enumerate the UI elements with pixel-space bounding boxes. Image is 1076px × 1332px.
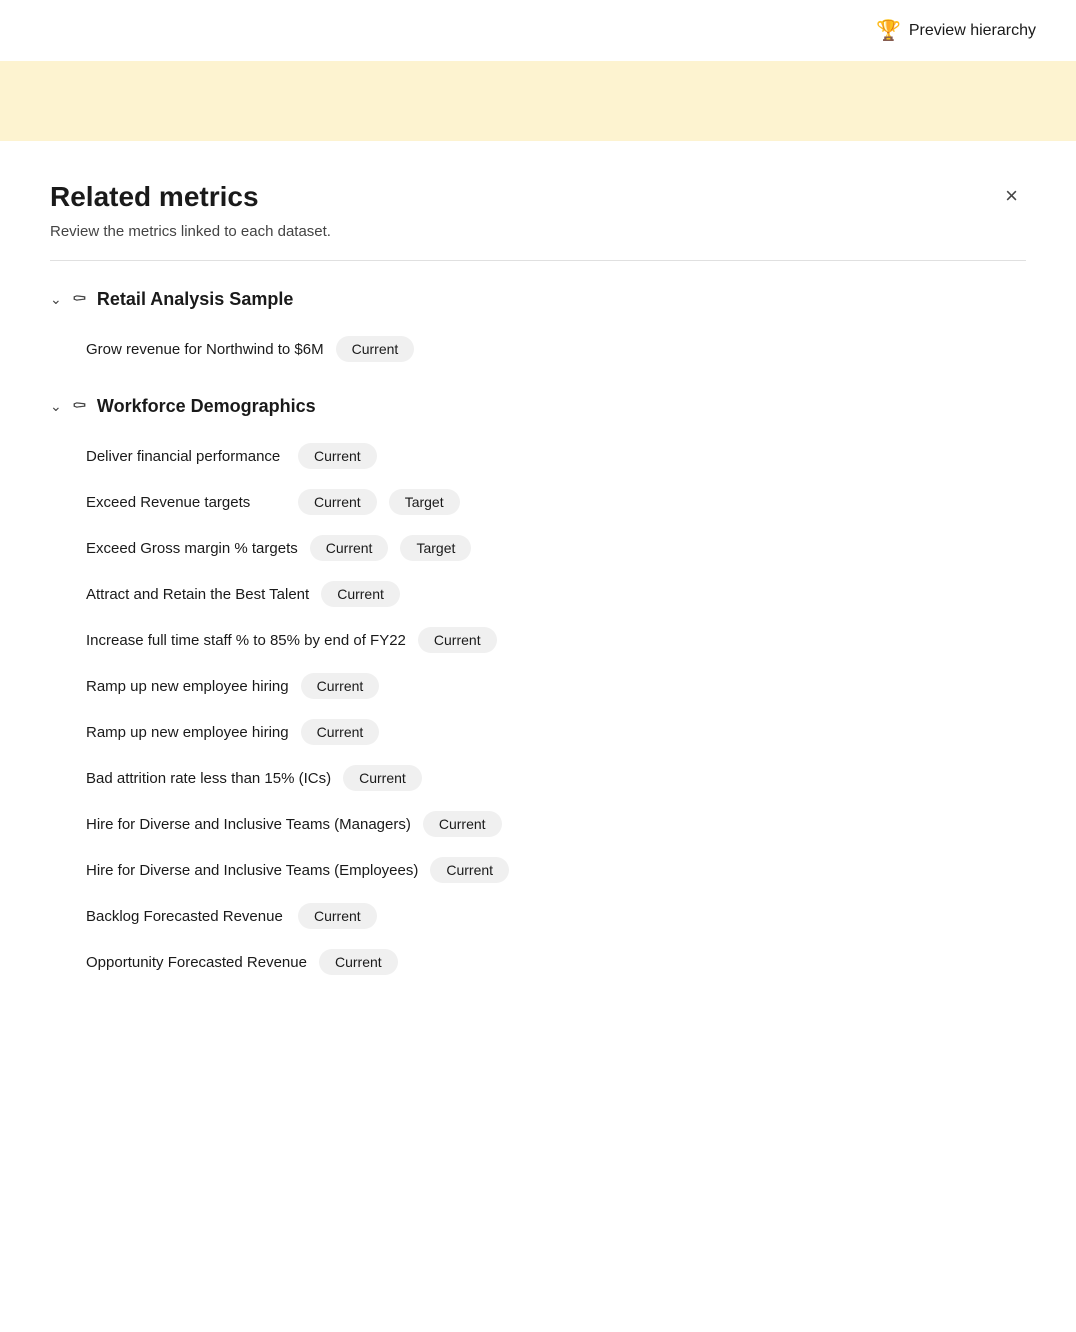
database-icon: ⚰ — [72, 396, 87, 417]
metric-row: Ramp up new employee hiring Current — [50, 709, 1026, 755]
metric-label: Exceed Gross margin % targets — [86, 540, 298, 557]
top-bar: 🏆 Preview hierarchy — [0, 0, 1076, 61]
metric-row: Exceed Revenue targets Current Target — [50, 479, 1026, 525]
badge-current[interactable]: Current — [301, 673, 380, 699]
metric-label: Ramp up new employee hiring — [86, 678, 289, 695]
badge-current[interactable]: Current — [298, 443, 377, 469]
dataset-name-workforce: Workforce Demographics — [97, 396, 316, 417]
metric-label: Hire for Diverse and Inclusive Teams (Em… — [86, 862, 418, 879]
metric-label: Increase full time staff % to 85% by end… — [86, 632, 406, 649]
badge-target[interactable]: Target — [400, 535, 471, 561]
dataset-section-workforce: ⌄ ⚰ Workforce Demographics Deliver finan… — [50, 396, 1026, 985]
metric-row: Ramp up new employee hiring Current — [50, 663, 1026, 709]
metric-label: Opportunity Forecasted Revenue — [86, 954, 307, 971]
metric-row: Deliver financial performance Current — [50, 433, 1026, 479]
chevron-down-icon[interactable]: ⌄ — [50, 291, 62, 308]
badge-current[interactable]: Current — [301, 719, 380, 745]
dataset-section-retail: ⌄ ⚰ Retail Analysis Sample Grow revenue … — [50, 289, 1026, 372]
panel-header: Related metrics × — [50, 181, 1026, 213]
badge-current[interactable]: Current — [430, 857, 509, 883]
badge-target[interactable]: Target — [389, 489, 460, 515]
badge-current[interactable]: Current — [343, 765, 422, 791]
badge-current[interactable]: Current — [298, 903, 377, 929]
metric-row: Hire for Diverse and Inclusive Teams (Ma… — [50, 801, 1026, 847]
metric-row: Bad attrition rate less than 15% (ICs) Cu… — [50, 755, 1026, 801]
metric-label: Bad attrition rate less than 15% (ICs) — [86, 770, 331, 787]
datasets-container: ⌄ ⚰ Retail Analysis Sample Grow revenue … — [50, 289, 1026, 985]
metric-label: Backlog Forecasted Revenue — [86, 908, 286, 925]
metric-row: Backlog Forecasted Revenue Current — [50, 893, 1026, 939]
metric-label: Ramp up new employee hiring — [86, 724, 289, 741]
close-button[interactable]: × — [997, 181, 1026, 211]
metric-label: Exceed Revenue targets — [86, 494, 286, 511]
preview-hierarchy-label: Preview hierarchy — [909, 22, 1036, 40]
metric-row: Opportunity Forecasted Revenue Current — [50, 939, 1026, 985]
metric-row: Hire for Diverse and Inclusive Teams (Em… — [50, 847, 1026, 893]
database-icon: ⚰ — [72, 289, 87, 310]
dataset-name-retail: Retail Analysis Sample — [97, 289, 293, 310]
panel-subtitle: Review the metrics linked to each datase… — [50, 223, 1026, 240]
dataset-header-retail: ⌄ ⚰ Retail Analysis Sample — [50, 289, 1026, 310]
badge-current[interactable]: Current — [310, 535, 389, 561]
metric-label: Deliver financial performance — [86, 448, 286, 465]
badge-current[interactable]: Current — [298, 489, 377, 515]
metric-label: Hire for Diverse and Inclusive Teams (Ma… — [86, 816, 411, 833]
trophy-icon: 🏆 — [876, 18, 901, 43]
badge-current[interactable]: Current — [423, 811, 502, 837]
metric-row: Exceed Gross margin % targets Current Targ… — [50, 525, 1026, 571]
metric-label: Attract and Retain the Best Talent — [86, 586, 309, 603]
panel: Related metrics × Review the metrics lin… — [0, 141, 1076, 1049]
badge-current[interactable]: Current — [418, 627, 497, 653]
metric-row: Increase full time staff % to 85% by end… — [50, 617, 1026, 663]
dataset-header-workforce: ⌄ ⚰ Workforce Demographics — [50, 396, 1026, 417]
top-banner — [0, 61, 1076, 141]
metric-label: Grow revenue for Northwind to $6M — [86, 341, 324, 358]
metric-row: Attract and Retain the Best Talent Curren… — [50, 571, 1026, 617]
badge-current[interactable]: Current — [319, 949, 398, 975]
panel-title: Related metrics — [50, 181, 259, 213]
preview-hierarchy-button[interactable]: 🏆 Preview hierarchy — [876, 18, 1036, 43]
badge-current[interactable]: Current — [336, 336, 415, 362]
badge-current[interactable]: Current — [321, 581, 400, 607]
divider — [50, 260, 1026, 261]
chevron-down-icon[interactable]: ⌄ — [50, 398, 62, 415]
metric-row: Grow revenue for Northwind to $6M Current — [50, 326, 1026, 372]
